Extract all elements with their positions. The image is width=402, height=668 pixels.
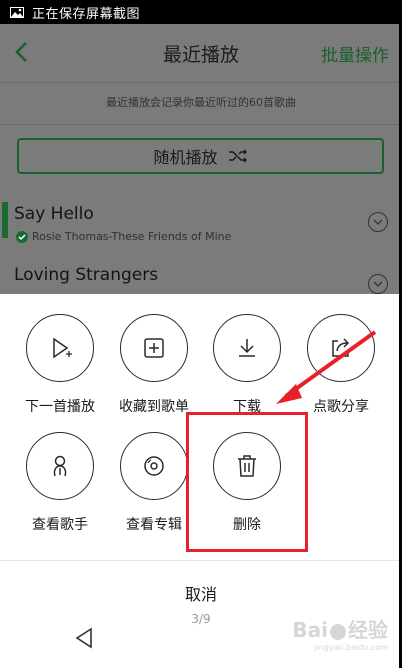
song-row[interactable]: Loving Strangers [0, 260, 402, 294]
batch-operation-button[interactable]: 批量操作 [321, 41, 389, 66]
recent-play-hint: 最近播放会记录你最近听过的60首歌曲 [106, 96, 296, 109]
song-title: Say Hello [14, 204, 94, 224]
play-next-icon [26, 314, 94, 382]
cancel-button[interactable]: 取消 [0, 581, 402, 605]
shuffle-icon [228, 149, 247, 163]
chevron-down-icon[interactable] [368, 274, 388, 294]
play-next-button[interactable]: 下一首播放 [15, 314, 105, 416]
action-label: 下一首播放 [25, 399, 95, 415]
downloaded-check-icon [16, 230, 28, 243]
song-artist-album: Rosie Thomas-These Friends of Mine [32, 230, 232, 243]
add-to-playlist-icon [120, 314, 188, 382]
image-icon [10, 6, 24, 18]
watermark-url: jingyan.baidu.com [314, 643, 388, 652]
singer-icon [26, 432, 94, 500]
watermark-text-2: 经验 [348, 618, 388, 642]
recent-play-page: 最近播放 批量操作 最近播放会记录你最近听过的60首歌曲 随机播放 Say He… [0, 24, 402, 294]
album-icon [120, 432, 188, 500]
annotation-arrow [276, 330, 377, 404]
divider [0, 124, 402, 125]
view-singer-button[interactable]: 查看歌手 [15, 432, 105, 534]
divider [0, 82, 402, 83]
song-subtitle: Rosie Thomas-These Friends of Mine [16, 230, 231, 243]
nav-back-icon[interactable] [74, 627, 94, 649]
status-bar: 正在保存屏幕截图 [0, 0, 402, 24]
action-label: 查看歌手 [32, 517, 88, 533]
watermark-text: Bai [292, 618, 328, 642]
header: 最近播放 批量操作 [0, 24, 402, 82]
baidu-jingyan-watermark: Bai 经验 jingyan.baidu.com [292, 614, 388, 652]
shuffle-play-button[interactable]: 随机播放 [17, 138, 384, 174]
song-title: Loving Strangers [14, 265, 159, 285]
song-row[interactable]: Say Hello Rosie Thomas-These Friends of … [0, 198, 402, 246]
shuffle-label: 随机播放 [153, 148, 218, 167]
annotation-highlight-box [186, 412, 308, 552]
status-text: 正在保存屏幕截图 [32, 6, 141, 22]
chevron-down-icon[interactable] [368, 212, 388, 232]
add-to-playlist-button[interactable]: 收藏到歌单 [109, 314, 199, 416]
paw-logo-icon [330, 623, 346, 640]
divider [0, 560, 402, 561]
now-playing-indicator [2, 202, 8, 238]
